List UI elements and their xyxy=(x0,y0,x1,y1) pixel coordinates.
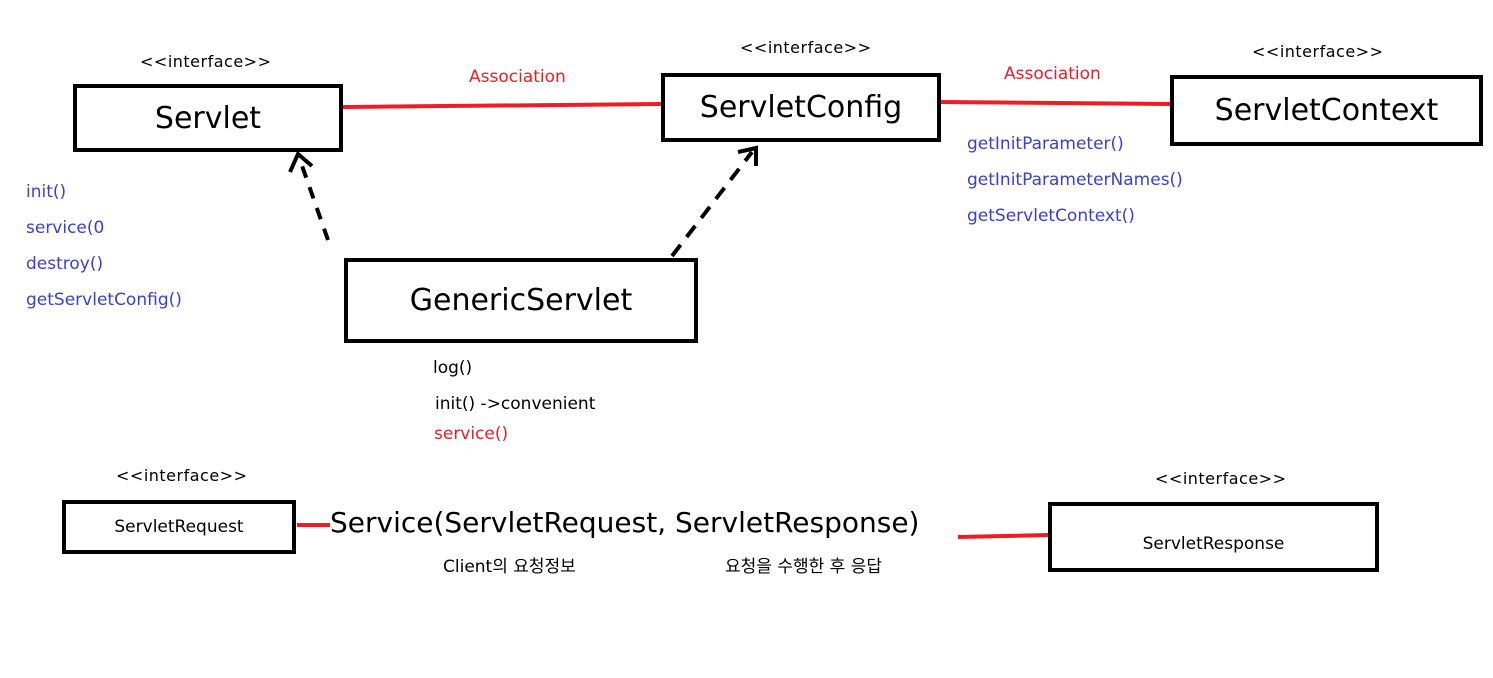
association-label-1: Association xyxy=(469,67,566,87)
generic-servlet-method: log() xyxy=(433,358,473,378)
servlet-request-class-name: ServletRequest xyxy=(114,517,244,537)
servlet-config-method: getInitParameter() xyxy=(967,134,1124,154)
servlet-method: destroy() xyxy=(26,254,104,274)
servlet-stereotype: <<interface>> xyxy=(140,52,272,71)
servlet-config-stereotype: <<interface>> xyxy=(740,38,872,57)
servlet-config-class-name: ServletConfig xyxy=(699,90,903,125)
request-note: Client의 요청정보 xyxy=(443,557,576,577)
servlet-response-class-name: ServletResponse xyxy=(1142,534,1285,554)
realization-arrow-config xyxy=(670,150,754,258)
realization-arrow-servlet xyxy=(298,159,330,241)
association-line-servlet-config xyxy=(341,102,662,109)
servlet-config-method: getInitParameterNames() xyxy=(967,170,1183,190)
servlet-context-class-box: ServletContext xyxy=(1170,75,1483,146)
servlet-class-box: Servlet xyxy=(73,84,343,152)
response-note: 요청을 수행한 후 응답 xyxy=(725,557,882,577)
association-label-2: Association xyxy=(1004,64,1101,84)
servlet-context-stereotype: <<interface>> xyxy=(1252,42,1384,61)
generic-servlet-method: init() ->convenient xyxy=(435,394,596,414)
servlet-method: getServletConfig() xyxy=(26,290,182,310)
servlet-method: init() xyxy=(26,182,67,202)
response-link-line xyxy=(957,533,1049,539)
servlet-config-method: getServletContext() xyxy=(967,206,1135,226)
servlet-context-class-name: ServletContext xyxy=(1214,93,1439,128)
association-line-config-context xyxy=(939,100,1171,106)
generic-servlet-class-box: GenericServlet xyxy=(344,258,698,343)
servlet-response-class-box: ServletResponse xyxy=(1048,502,1379,572)
servlet-request-class-box: ServletRequest xyxy=(62,500,296,554)
generic-servlet-class-name: GenericServlet xyxy=(409,283,633,318)
servlet-response-stereotype: <<interface>> xyxy=(1155,469,1287,488)
servlet-config-class-box: ServletConfig xyxy=(661,73,941,142)
generic-servlet-method-highlight: service() xyxy=(434,424,509,444)
service-signature: Service(ServletRequest, ServletResponse) xyxy=(330,506,920,539)
arrow-head-servlet xyxy=(288,150,314,173)
servlet-method: service(0 xyxy=(26,218,105,238)
servlet-request-stereotype: <<interface>> xyxy=(116,466,248,485)
servlet-class-name: Servlet xyxy=(154,100,262,136)
